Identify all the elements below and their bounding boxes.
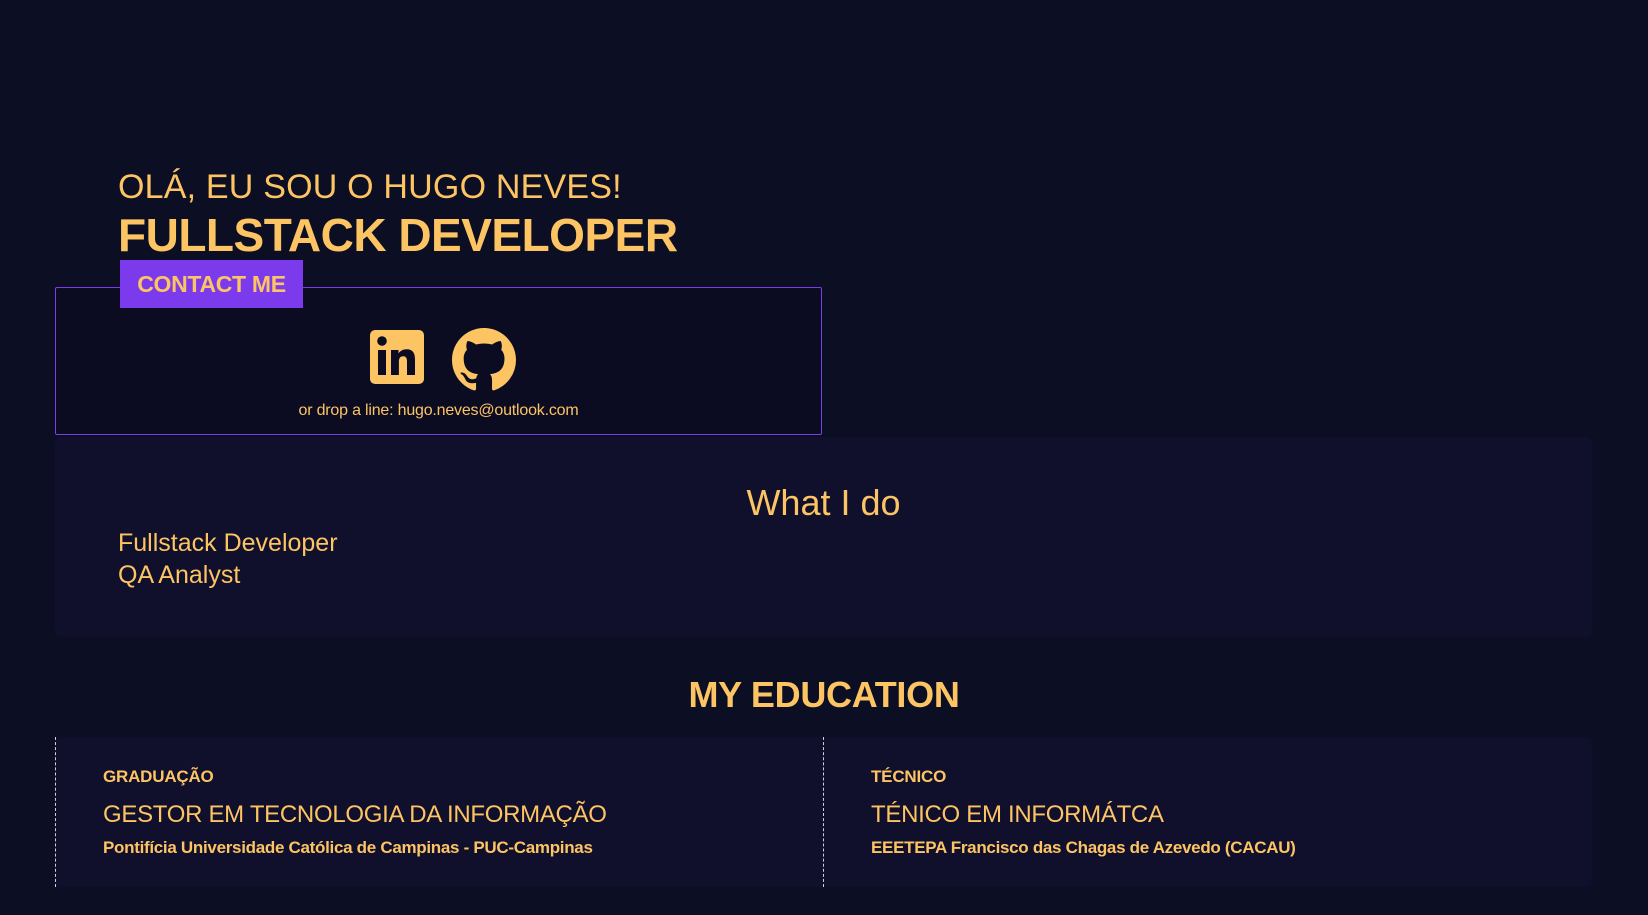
- linkedin-link[interactable]: [368, 328, 426, 386]
- portfolio-page: OLÁ, EU SOU O HUGO NEVES! FULLSTACK DEVE…: [0, 0, 1648, 915]
- education-section: GRADUAÇÃO GESTOR EM TECNOLOGIA DA INFORM…: [55, 737, 1592, 887]
- education-type: GRADUAÇÃO: [103, 767, 214, 786]
- github-link[interactable]: [451, 328, 516, 391]
- education-title: MY EDUCATION: [688, 674, 960, 715]
- linkedin-icon: [369, 330, 424, 384]
- email-link[interactable]: hugo.neves@outlook.com: [398, 402, 579, 419]
- education-course: GESTOR EM TECNOLOGIA DA INFORMAÇÃO: [103, 801, 607, 828]
- github-icon: [451, 328, 516, 391]
- list-item: QA Analyst: [118, 561, 241, 589]
- education-school: Pontifícia Universidade Católica de Camp…: [103, 838, 593, 857]
- education-card: GRADUAÇÃO GESTOR EM TECNOLOGIA DA INFORM…: [55, 737, 823, 887]
- drop-line-prefix: or drop a line:: [298, 402, 398, 419]
- education-type: TÉCNICO: [871, 767, 947, 786]
- education-school: EEETEPA Francisco das Chagas de Azevedo …: [871, 838, 1296, 857]
- what-i-do-list: Fullstack Developer QA Analyst: [118, 527, 338, 591]
- hero-role-title: FULLSTACK DEVELOPER: [118, 209, 678, 261]
- hero-greeting: OLÁ, EU SOU O HUGO NEVES!: [118, 168, 622, 206]
- contact-me-button[interactable]: CONTACT ME: [120, 260, 303, 308]
- list-item: Fullstack Developer: [118, 529, 338, 557]
- education-course: TÉNICO EM INFORMÁTCA: [871, 801, 1164, 828]
- social-links: [56, 328, 821, 391]
- what-i-do-section: What I do Fullstack Developer QA Analyst: [55, 437, 1592, 637]
- contact-panel: or drop a line: hugo.neves@outlook.com: [55, 287, 822, 435]
- what-i-do-title: What I do: [746, 482, 901, 523]
- drop-a-line-text: or drop a line: hugo.neves@outlook.com: [56, 402, 821, 420]
- education-card: TÉCNICO TÉNICO EM INFORMÁTCA EEETEPA Fra…: [823, 737, 1591, 887]
